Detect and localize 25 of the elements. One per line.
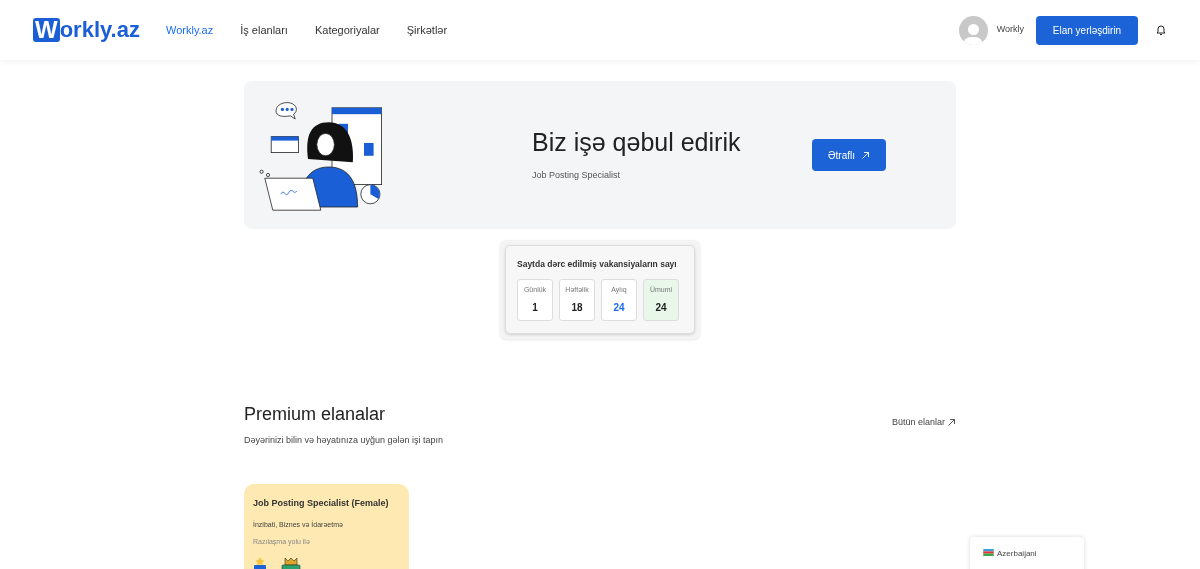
more-button[interactable]: Ətraflı [812,139,886,171]
section-subtitle: Dəyərinizi bilin və həyatınıza uyğun gələn işi tapın [244,434,444,447]
nav-link[interactable]: Workly.az [165,21,214,39]
stats-title: Saytda dərc edilmiş vakansiyaların sayı [517,258,678,270]
post-job-button[interactable]: Elan yerləşdirin [1036,15,1138,45]
user-name[interactable]: Workly [996,23,1024,37]
hero-subtitle: Job Posting Specialist [532,169,622,183]
stat-value: 1 [532,301,538,316]
nav-link[interactable]: Şirkətlər [406,21,448,39]
job-title: Job Posting Specialist (Female) [253,496,390,510]
hero-title: Biz işə qəbul edirik [532,127,741,158]
nav-link[interactable]: İş elanları [240,21,288,39]
stat-value: 24 [613,301,625,316]
flag-icon [983,549,994,556]
section-title: Premium elanalar [244,403,387,426]
bell-icon[interactable] [1155,24,1167,36]
language-label: Azerbaijani [997,548,1037,560]
stat-value: 18 [571,301,583,316]
arrow-icon [861,150,870,160]
stat-value: 24 [655,301,667,316]
all-jobs-link[interactable]: Bütün elanlar [891,416,956,430]
language-selector[interactable]: Azerbaijani [970,537,1084,569]
logo[interactable]: Workly.az [33,18,140,42]
arrow-icon [947,418,956,428]
nav-link[interactable]: Kategoriyalar [314,21,380,39]
